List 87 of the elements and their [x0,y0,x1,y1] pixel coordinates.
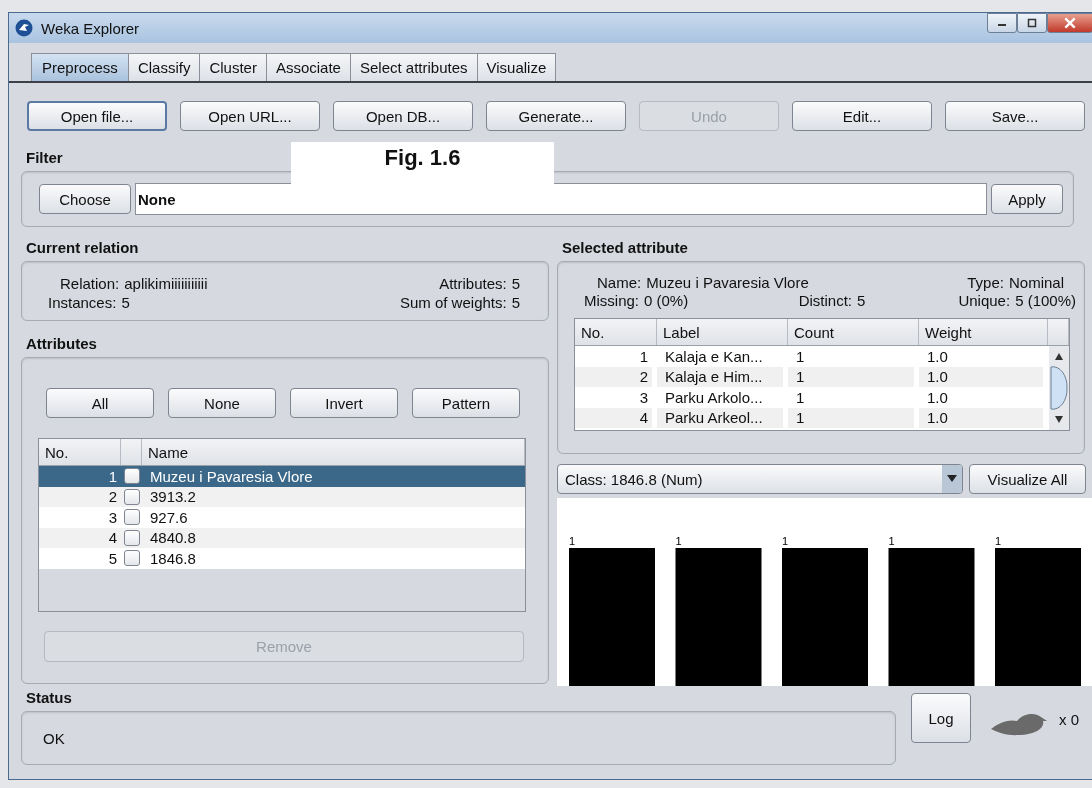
field-label: Distinct: [798,292,852,309]
tab[interactable]: Associate [265,53,351,81]
section-heading: Current relation [25,239,139,258]
column-header[interactable]: Weight [919,319,1048,345]
select-button[interactable]: All [46,388,154,418]
toolbar-button[interactable]: Open URL... [180,101,320,131]
close-button[interactable] [1047,13,1092,33]
field-value: Nominal [1008,274,1064,291]
scrollbar[interactable] [1049,346,1069,430]
field-label: Sum of weights: [399,294,507,311]
column-header[interactable]: Label [657,319,788,345]
bar-value-label: 1 [569,535,576,547]
field-value: Muzeu i Pavaresia Vlore [646,274,809,291]
section-heading: Filter [25,149,63,168]
field-value: 5 [857,292,866,309]
tab[interactable]: Visualize [476,53,557,81]
field-value: 5 [121,294,130,311]
column-header[interactable]: No. [39,439,121,465]
attribute-name: 4840.8 [149,529,197,547]
close-icon [1063,17,1077,29]
toolbar-button[interactable]: Open file... [27,101,167,131]
attribute-name: 1846.8 [149,549,197,567]
bar-value-label: 1 [675,535,682,547]
row-number: 1 [107,467,118,485]
toolbar-button[interactable]: Generate... [486,101,626,131]
field-label: Relation: [60,275,120,292]
maximize-icon [1026,18,1038,28]
bird-logo-icon [15,19,33,37]
attribute-row[interactable]: 5 1846.8 [39,548,525,569]
row-number: 5 [107,549,118,567]
worker-count: x 0 [1059,711,1079,728]
visualize-all-button[interactable]: Visualize All [969,464,1086,494]
tab[interactable]: Classify [127,53,201,81]
select-button[interactable]: None [168,388,276,418]
checkbox[interactable] [123,529,140,546]
filter-field[interactable]: None [135,183,987,215]
field-label: Missing: [584,292,639,309]
field-label: Attributes: [439,275,507,292]
checkbox[interactable] [123,550,140,567]
field-value: 5 [511,294,520,311]
field-value: 5 (100%) [1015,292,1076,309]
column-header[interactable]: Name [142,439,525,465]
select-button[interactable]: Invert [290,388,398,418]
row-number: 2 [107,488,118,506]
select-button[interactable]: Pattern [412,388,520,418]
bar-value-label: 1 [995,535,1002,547]
attribute-name: 3913.2 [149,488,197,506]
choose-button[interactable]: Choose [39,184,131,214]
attribute-name: Muzeu i Pavaresia Vlore [149,467,314,485]
attribute-row[interactable]: 4 4840.8 [39,527,525,548]
field-value: 5 [511,275,520,292]
toolbar-button[interactable]: Save... [945,101,1085,131]
field-label: Name: [597,274,642,291]
field-label: Unique: [958,292,1011,309]
tab[interactable]: Select attributes [349,53,478,81]
status-message: OK [43,729,65,747]
window-title: Weka Explorer [41,19,140,37]
checkbox[interactable] [123,468,140,485]
section-heading: Attributes [25,335,97,354]
row-number: 4 [107,529,118,547]
field-value: 0 (0%) [644,292,689,309]
attribute-row[interactable]: 2 3913.2 [39,486,525,507]
column-header[interactable]: Count [788,319,919,345]
checkbox[interactable] [123,488,140,505]
maximize-button[interactable] [1017,13,1047,33]
apply-button[interactable]: Apply [991,184,1063,214]
tab[interactable]: Preprocess [31,53,129,81]
field-value: aplikimiiiiiiiiiii [124,275,208,292]
section-heading: Selected attribute [561,239,688,258]
section-heading: Status [25,689,72,708]
bar-value-label: 1 [782,535,789,547]
toolbar-button[interactable]: Open DB... [333,101,473,131]
log-button[interactable]: Log [911,693,971,743]
toolbar-button[interactable]: Edit... [792,101,932,131]
tab[interactable]: Cluster [199,53,267,81]
class-dropdown[interactable]: Class: 1846.8 (Num) [557,464,963,494]
bar-value-label: 1 [888,535,895,547]
column-header[interactable]: No. [575,319,657,345]
attribute-row[interactable]: 1 Muzeu i Pavaresia Vlore [39,466,525,487]
minimize-button[interactable] [987,13,1017,33]
figure-label: Fig. 1.6 [291,142,554,187]
checkbox[interactable] [123,509,140,526]
field-label: Instances: [48,294,117,311]
attribute-row[interactable]: 3 927.6 [39,507,525,528]
attribute-name: 927.6 [149,508,189,526]
field-label: Type: [967,274,1004,291]
row-number: 3 [107,508,118,526]
